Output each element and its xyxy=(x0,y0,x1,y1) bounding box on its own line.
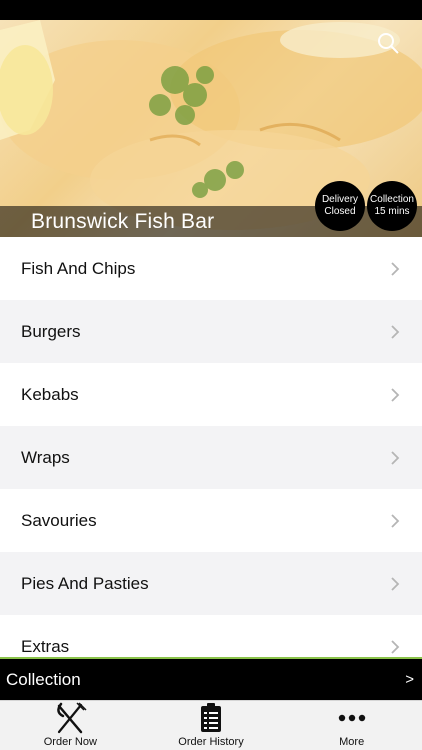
category-kebabs[interactable]: Kebabs xyxy=(0,363,422,426)
chevron-right-icon xyxy=(391,450,400,465)
menu-category-list: Fish And Chips Burgers Kebabs Wraps Savo… xyxy=(0,237,422,657)
search-icon xyxy=(378,33,399,54)
delivery-badge-status: Closed xyxy=(324,206,356,217)
tab-label: Order Now xyxy=(43,736,97,748)
category-label: Burgers xyxy=(21,321,81,341)
chevron-right-icon xyxy=(391,261,400,276)
category-label: Kebabs xyxy=(21,384,79,404)
category-label: Extras xyxy=(21,636,70,656)
category-label: Pies And Pasties xyxy=(21,573,149,593)
tab-label: More xyxy=(339,736,365,748)
clipboard-list-icon xyxy=(201,703,221,732)
tab-label: Order History xyxy=(178,736,244,748)
hero-banner: Brunswick Fish Bar Delivery Closed Colle… xyxy=(0,20,422,237)
delivery-badge-title: Delivery xyxy=(321,194,359,205)
category-wraps[interactable]: Wraps xyxy=(0,426,422,489)
category-pies-and-pasties[interactable]: Pies And Pasties xyxy=(0,552,422,615)
category-savouries[interactable]: Savouries xyxy=(0,489,422,552)
category-label: Savouries xyxy=(21,510,97,530)
category-extras[interactable]: Extras xyxy=(0,615,422,657)
status-bar xyxy=(0,0,422,20)
fork-knife-icon xyxy=(57,702,87,734)
order-mode-bar[interactable]: Collection > xyxy=(0,657,422,700)
tab-more[interactable]: More xyxy=(281,701,422,750)
collection-badge-title: Collection xyxy=(370,194,414,205)
delivery-status-badge[interactable]: Delivery Closed xyxy=(315,181,365,231)
category-fish-and-chips[interactable]: Fish And Chips xyxy=(0,237,422,300)
order-mode-label: Collection xyxy=(6,669,81,689)
more-dots-icon xyxy=(338,714,365,722)
category-label: Fish And Chips xyxy=(21,258,136,278)
chevron-right-icon xyxy=(391,513,400,528)
collection-badge-time: 15 mins xyxy=(374,206,410,217)
order-mode-arrow: > xyxy=(405,671,414,688)
tab-order-history[interactable]: Order History xyxy=(141,701,282,750)
chevron-right-icon xyxy=(391,324,400,339)
category-burgers[interactable]: Burgers xyxy=(0,300,422,363)
chevron-right-icon xyxy=(391,576,400,591)
chevron-right-icon xyxy=(391,387,400,402)
restaurant-name: Brunswick Fish Bar xyxy=(31,210,215,233)
tab-order-now[interactable]: Order Now xyxy=(0,701,141,750)
collection-status-badge[interactable]: Collection 15 mins xyxy=(367,181,417,231)
bottom-tab-bar: Order Now Order History More xyxy=(0,700,422,750)
category-label: Wraps xyxy=(21,447,70,467)
chevron-right-icon xyxy=(391,639,400,654)
search-button[interactable] xyxy=(376,31,400,55)
